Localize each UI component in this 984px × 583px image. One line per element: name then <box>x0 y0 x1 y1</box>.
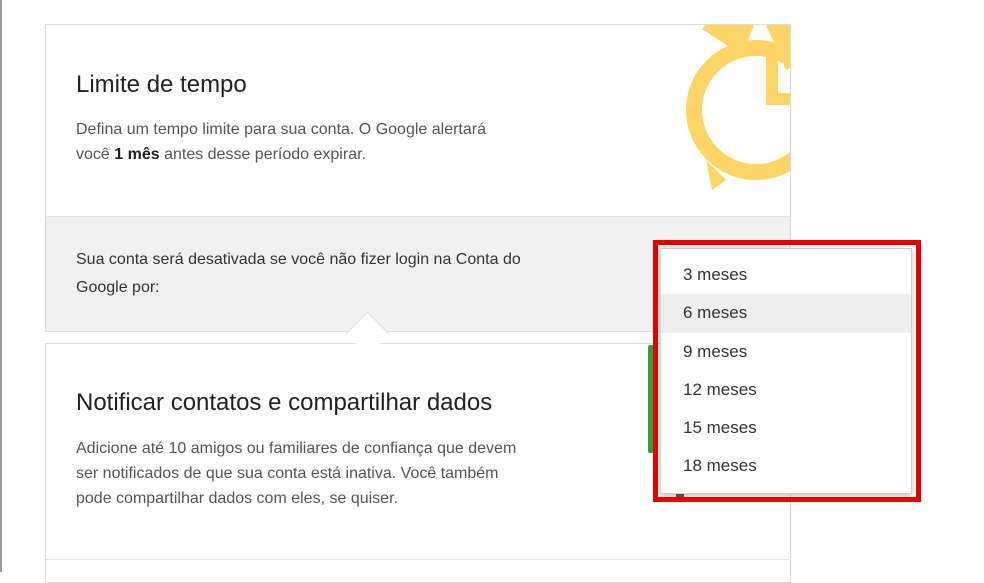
desc-bold-duration: 1 mês <box>114 146 160 163</box>
deactivation-line1: Sua conta será desativada se você não fi… <box>76 251 521 268</box>
desc-line1: Defina um tempo limite para sua conta. O… <box>76 121 486 138</box>
deactivation-line2: Google por: <box>76 279 160 296</box>
notify-title: Notificar contatos e compartilhar dados <box>76 389 493 416</box>
time-limit-description: Defina um tempo limite para sua conta. O… <box>76 117 596 167</box>
section-divider <box>46 559 790 560</box>
desc-line2-prefix: você <box>76 146 115 163</box>
deactivation-text: Sua conta será desativada se você não fi… <box>76 246 616 302</box>
notify-line2: ser notificados de que sua conta está in… <box>76 465 499 482</box>
notify-line3: pode compartilhar dados com eles, se qui… <box>76 490 398 507</box>
left-border <box>0 0 2 572</box>
highlight-box <box>653 240 921 502</box>
notify-line1: Adicione até 10 amigos ou familiares de … <box>76 440 517 457</box>
time-limit-title: Limite de tempo <box>76 71 247 98</box>
alarm-clock-icon <box>686 25 790 190</box>
desc-line2-suffix: antes desse período expirar. <box>159 146 366 163</box>
notify-description: Adicione até 10 amigos ou familiares de … <box>76 436 616 511</box>
